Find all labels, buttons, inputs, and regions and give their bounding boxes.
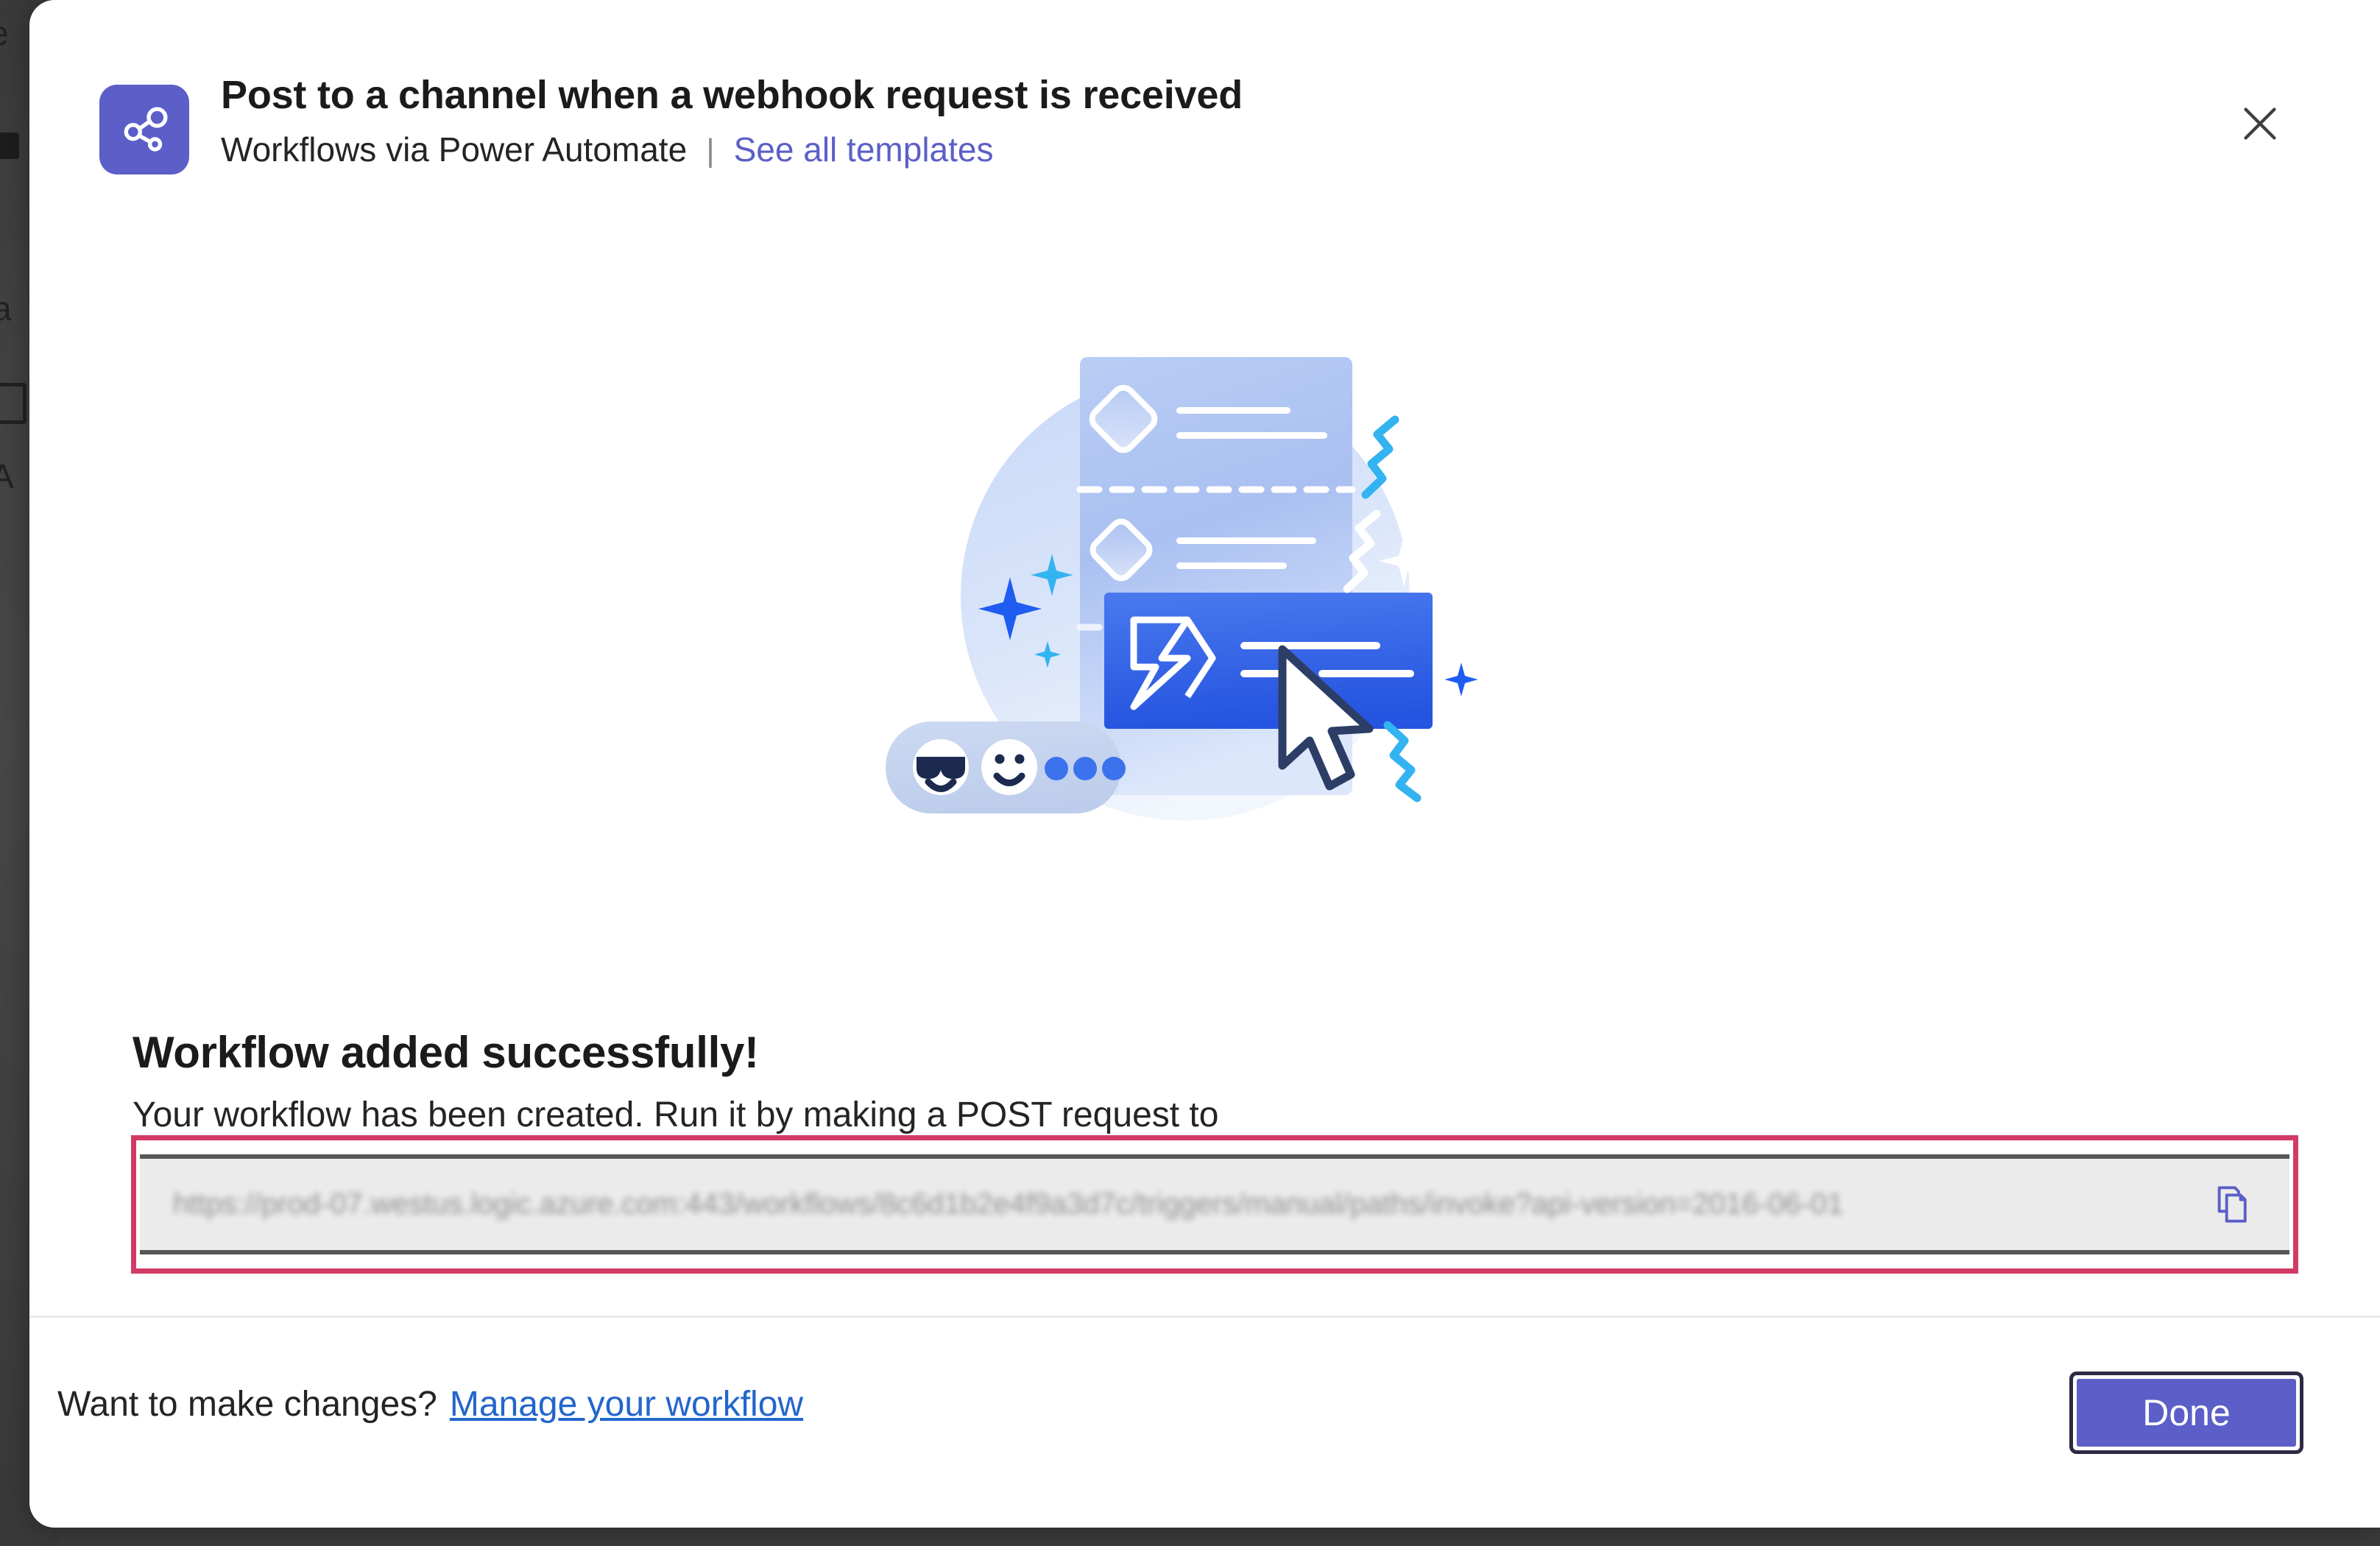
background-ghost-box — [0, 133, 19, 159]
sparkle-star — [1444, 663, 1478, 696]
background-ghost-box — [0, 383, 27, 424]
close-icon — [2244, 107, 2276, 140]
reaction-dot — [1073, 757, 1097, 780]
smiley-emoji — [981, 739, 1037, 795]
workflow-success-illustration — [880, 309, 1513, 839]
emoji-reaction-pill — [886, 721, 1126, 813]
done-button[interactable]: Done — [2077, 1379, 2296, 1447]
dialog-header: Post to a channel when a webhook request… — [29, 0, 2380, 191]
zigzag-squiggle — [1383, 721, 1422, 802]
subtitle-separator: | — [706, 133, 715, 169]
copy-icon — [2217, 1186, 2247, 1223]
background-ghost-glyph: A — [0, 457, 14, 495]
close-button[interactable] — [2225, 88, 2295, 159]
background-ghost-glyph: e — [0, 13, 9, 53]
manage-workflow-link[interactable]: Manage your workflow — [450, 1384, 803, 1425]
sunglasses-emoji — [913, 739, 969, 795]
share-nodes-icon — [99, 85, 189, 174]
dialog-footer: Want to make changes? Manage your workfl… — [29, 1318, 2380, 1528]
app-source-label: Workflows via Power Automate — [221, 130, 688, 169]
footer-prompt-label: Want to make changes? — [57, 1385, 437, 1424]
header-text-block: Post to a channel when a webhook request… — [221, 73, 1243, 169]
see-all-templates-link[interactable]: See all templates — [734, 130, 994, 169]
reaction-dot — [1045, 757, 1068, 780]
reaction-dot — [1102, 757, 1126, 780]
webhook-url-field[interactable]: https://prod-07.westus.logic.azure.com:4… — [140, 1154, 2289, 1254]
power-automate-row — [1104, 593, 1433, 729]
webhook-url-value: https://prod-07.westus.logic.azure.com:4… — [173, 1187, 1844, 1221]
success-heading: Workflow added successfully! — [133, 1028, 759, 1077]
footer-prompt-row: Want to make changes? Manage your workfl… — [57, 1384, 803, 1425]
done-button-focus-ring[interactable]: Done — [2069, 1372, 2303, 1454]
copy-url-button[interactable] — [2203, 1173, 2264, 1235]
subtitle-row: Workflows via Power Automate | See all t… — [221, 130, 1243, 169]
page-title: Post to a channel when a webhook request… — [221, 73, 1243, 117]
workflow-dialog: Post to a channel when a webhook request… — [29, 0, 2380, 1528]
success-description: Your workflow has been created. Run it b… — [133, 1095, 1219, 1134]
background-ghost-glyph: a — [0, 289, 12, 328]
